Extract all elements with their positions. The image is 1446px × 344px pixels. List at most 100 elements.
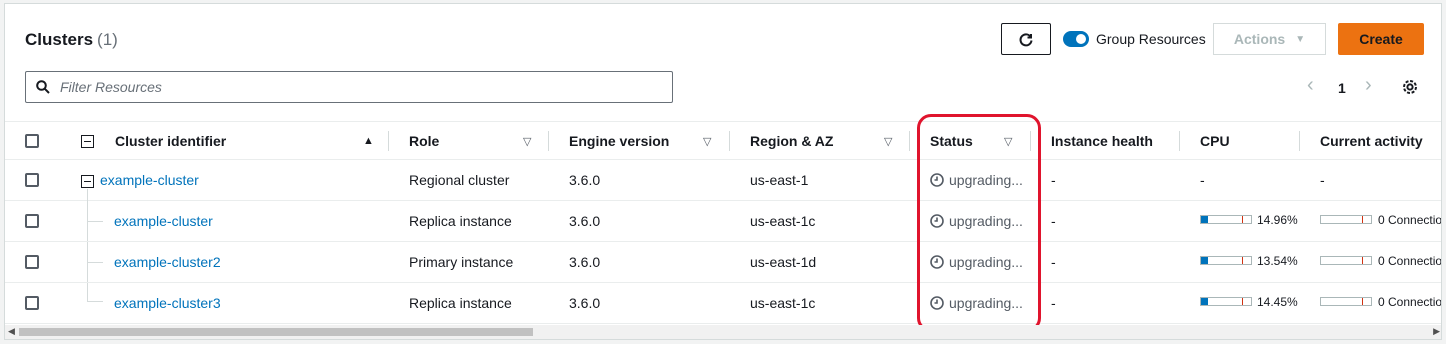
status-cell: upgrading... — [930, 172, 1023, 188]
table-row: example-cluster3 Replica instance 3.6.0 … — [5, 283, 1442, 324]
refresh-icon — [1019, 33, 1033, 47]
cpu-value: 14.45% — [1257, 295, 1298, 309]
status-cell: upgrading... — [930, 254, 1023, 270]
caret-down-icon: ▼ — [1295, 33, 1306, 45]
scrollbar-thumb[interactable] — [19, 328, 533, 336]
role-cell: Regional cluster — [409, 172, 510, 188]
status-text: upgrading... — [949, 172, 1023, 188]
engine-cell: 3.6.0 — [569, 254, 601, 270]
engine-cell: 3.6.0 — [569, 213, 601, 229]
region-cell: us-east-1d — [750, 254, 817, 270]
instance-link[interactable]: example-cluster2 — [114, 254, 221, 270]
clock-icon — [930, 255, 944, 269]
collapse-icon[interactable] — [81, 175, 94, 188]
column-header-status[interactable]: Status — [930, 133, 973, 149]
health-cell: - — [1051, 254, 1056, 270]
activity-threshold-mark — [1362, 216, 1363, 223]
column-divider[interactable] — [548, 131, 549, 151]
health-cell: - — [1051, 172, 1056, 188]
health-cell: - — [1051, 213, 1056, 229]
actions-label: Actions — [1233, 31, 1286, 47]
activity-threshold-mark — [1362, 298, 1363, 305]
collapse-all-icon[interactable] — [81, 135, 94, 148]
current-page[interactable]: 1 — [1338, 80, 1346, 96]
health-cell: - — [1051, 295, 1056, 311]
table-row: example-cluster Replica instance 3.6.0 u… — [5, 201, 1442, 242]
search-icon — [36, 80, 50, 94]
clock-icon — [930, 296, 944, 310]
sort-icon[interactable]: ▽ — [884, 135, 892, 148]
status-cell: upgrading... — [930, 295, 1023, 311]
next-page-icon[interactable]: › — [1365, 74, 1372, 97]
status-text: upgrading... — [949, 213, 1023, 229]
cpu-threshold-mark — [1242, 216, 1243, 223]
column-header-cpu[interactable]: CPU — [1200, 133, 1230, 149]
column-divider[interactable] — [729, 131, 730, 151]
region-cell: us-east-1 — [750, 172, 809, 188]
column-divider[interactable] — [388, 131, 389, 151]
previous-page-icon[interactable]: ‹ — [1307, 74, 1314, 97]
table-row: example-cluster2 Primary instance 3.6.0 … — [5, 242, 1442, 283]
cpu-threshold-mark — [1242, 257, 1243, 264]
cpu-bar-fill — [1201, 257, 1208, 264]
page-title: Clusters (1) — [25, 30, 118, 50]
activity-bar — [1320, 256, 1372, 265]
cpu-value: 14.96% — [1257, 213, 1298, 227]
status-text: upgrading... — [949, 295, 1023, 311]
scroll-right-icon[interactable]: ▶ — [1433, 326, 1440, 337]
gear-icon[interactable] — [1401, 78, 1419, 96]
column-divider[interactable] — [1179, 131, 1180, 151]
activity-value: 0 Connections — [1378, 295, 1442, 309]
column-header-activity[interactable]: Current activity — [1320, 133, 1423, 149]
column-divider[interactable] — [1299, 131, 1300, 151]
row-checkbox[interactable] — [25, 296, 39, 310]
row-checkbox[interactable] — [25, 173, 39, 187]
cpu-threshold-mark — [1242, 298, 1243, 305]
clusters-panel: Clusters (1) Group Resources Actions ▼ Cr… — [4, 3, 1442, 340]
column-divider[interactable] — [1030, 131, 1031, 151]
role-cell: Replica instance — [409, 213, 512, 229]
group-resources-toggle[interactable] — [1063, 31, 1089, 47]
sort-icon[interactable]: ▽ — [523, 135, 531, 148]
refresh-button[interactable] — [1001, 23, 1051, 55]
filter-input[interactable] — [58, 78, 648, 96]
instance-link[interactable]: example-cluster — [114, 213, 213, 229]
cpu-bar-fill — [1201, 216, 1209, 223]
column-header-health[interactable]: Instance health — [1051, 133, 1153, 149]
select-all-checkbox[interactable] — [25, 134, 39, 148]
activity-cell: - — [1320, 172, 1325, 188]
cpu-bar-fill — [1201, 298, 1209, 305]
engine-cell: 3.6.0 — [569, 295, 601, 311]
table-header: Cluster identifier ▲ Role ▽ Engine versi… — [5, 121, 1441, 160]
actions-button[interactable]: Actions ▼ — [1213, 23, 1326, 55]
column-divider[interactable] — [909, 131, 910, 151]
scroll-left-icon[interactable]: ◀ — [8, 326, 15, 337]
column-header-region[interactable]: Region & AZ — [750, 133, 833, 149]
row-checkbox[interactable] — [25, 214, 39, 228]
clock-icon — [930, 214, 944, 228]
region-cell: us-east-1c — [750, 295, 816, 311]
activity-value: 0 Connections — [1378, 213, 1442, 227]
column-header-identifier[interactable]: Cluster identifier — [115, 133, 226, 149]
sort-icon[interactable]: ▽ — [1004, 135, 1012, 148]
sort-icon[interactable]: ▽ — [703, 135, 711, 148]
clock-icon — [930, 173, 944, 187]
role-cell: Replica instance — [409, 295, 512, 311]
instance-link[interactable]: example-cluster3 — [114, 295, 221, 311]
sort-ascending-icon[interactable]: ▲ — [363, 135, 374, 147]
column-header-engine[interactable]: Engine version — [569, 133, 669, 149]
table-row: example-cluster Regional cluster 3.6.0 u… — [5, 160, 1441, 201]
cpu-bar — [1200, 297, 1252, 306]
activity-bar — [1320, 215, 1372, 224]
column-header-role[interactable]: Role — [409, 133, 439, 149]
title-text: Clusters — [25, 30, 94, 49]
role-cell: Primary instance — [409, 254, 514, 270]
cluster-count: (1) — [97, 30, 118, 49]
cluster-link[interactable]: example-cluster — [100, 172, 199, 188]
horizontal-scrollbar[interactable]: ◀ ▶ — [5, 325, 1441, 339]
row-checkbox[interactable] — [25, 255, 39, 269]
create-button[interactable]: Create — [1338, 23, 1424, 55]
cpu-value: 13.54% — [1257, 254, 1298, 268]
activity-value: 0 Connections — [1378, 254, 1442, 268]
filter-box[interactable] — [25, 71, 673, 103]
